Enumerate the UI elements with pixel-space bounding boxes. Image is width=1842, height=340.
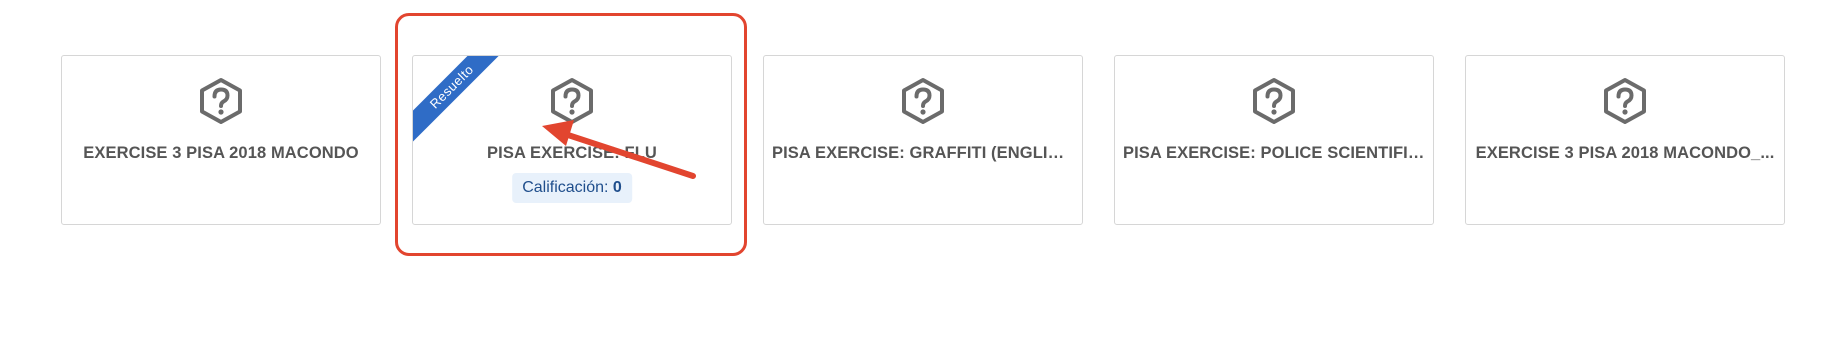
question-hexagon-icon [549, 77, 595, 125]
question-hexagon-icon [1602, 77, 1648, 125]
question-hexagon-icon [198, 77, 244, 125]
exercise-card-1[interactable]: EXERCISE 3 PISA 2018 MACONDO [61, 55, 381, 225]
question-hexagon-icon [1251, 77, 1297, 125]
exercise-title: PISA EXERCISE: FLU [487, 144, 657, 162]
exercise-card-3[interactable]: PISA EXERCISE: GRAFFITI (ENGLISH) [763, 55, 1083, 225]
exercise-card-2[interactable]: Resuelto PISA EXERCISE: FLU Calificación… [412, 55, 732, 225]
solved-ribbon: Resuelto [413, 56, 513, 148]
question-hexagon-icon [900, 77, 946, 125]
exercise-card-5[interactable]: EXERCISE 3 PISA 2018 MACONDO_... [1465, 55, 1785, 225]
exercise-title: EXERCISE 3 PISA 2018 MACONDO [83, 144, 359, 162]
exercise-grid: EXERCISE 3 PISA 2018 MACONDO Resuelto PI… [0, 0, 1842, 340]
exercise-title: EXERCISE 3 PISA 2018 MACONDO_... [1475, 144, 1775, 162]
exercise-title: PISA EXERCISE: POLICE SCIENTIFIC... [1123, 144, 1425, 162]
exercise-title: PISA EXERCISE: GRAFFITI (ENGLISH) [772, 144, 1074, 162]
exercise-card-4[interactable]: PISA EXERCISE: POLICE SCIENTIFIC... [1114, 55, 1434, 225]
grade-value: 0 [612, 179, 622, 196]
grade-label: Calificación: [522, 179, 609, 196]
grade-badge: Calificación: 0 [512, 173, 632, 203]
